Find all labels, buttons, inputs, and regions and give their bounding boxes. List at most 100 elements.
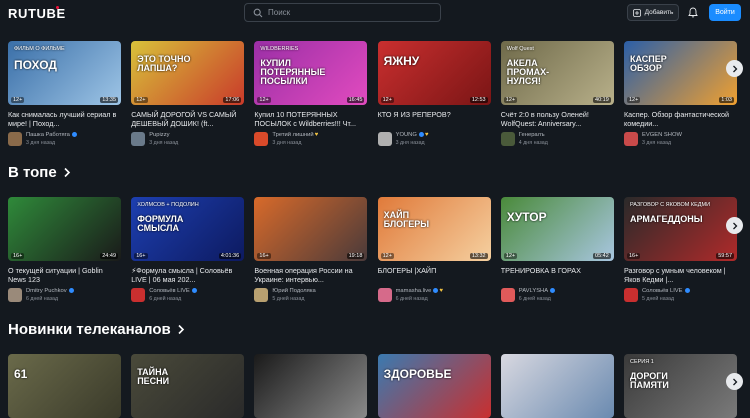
channel-name[interactable]: EVGEN SHOW (642, 132, 682, 138)
video-thumbnail[interactable]: 16+ 19:18 (254, 197, 368, 261)
add-video-button[interactable]: Добавить (627, 4, 679, 21)
video-thumbnail[interactable]: ЯЖНУ 12+ 12:53 (377, 41, 491, 105)
duration-badge: 05:42 (593, 253, 611, 259)
channel-name[interactable]: Генералъ (519, 132, 545, 138)
video-title[interactable]: Как снималась лучший сериал в мире! | По… (8, 110, 121, 128)
channel-name[interactable]: Третий лишний♥ (272, 132, 318, 138)
video-card[interactable]: ХУТОР 12+ 05:42 ТРЕНИРОВКА В ГОРАХ PAVLYSHA 6… (500, 197, 614, 302)
section-title-tv[interactable]: Новинки телеканалов (8, 321, 185, 338)
channel-avatar[interactable] (8, 288, 22, 302)
video-card[interactable] (500, 354, 614, 418)
channel-meta: Pupizzy 3 дня назад (131, 132, 244, 146)
bell-icon[interactable] (688, 7, 698, 18)
video-thumbnail[interactable]: КАСПЕР ОБЗОР 12+ 1:03 (624, 41, 737, 105)
video-card[interactable]: ЭТО ТОЧНО ЛАПША? 12+ 17:06 САМЫЙ ДОРОГОЙ VS… (131, 41, 245, 146)
upload-date: 3 дня назад (642, 140, 672, 146)
video-title[interactable]: Военная операция России на Украине: инте… (254, 266, 367, 284)
channel-avatar[interactable] (254, 288, 269, 302)
video-title[interactable]: ТРЕНИРОВКА В ГОРАХ (501, 266, 614, 284)
channel-name-text: Генералъ (518, 132, 545, 138)
channel-name[interactable]: Соловьёв LIVE (149, 288, 197, 294)
video-card[interactable]: ЯЖНУ 12+ 12:53 КТО Я ИЗ РЕПЕРОВ? YOUNG ♥ 3 дня… (377, 41, 491, 146)
row-next-button[interactable] (726, 373, 743, 390)
thumbnail-headline: ХУТОР (506, 210, 547, 224)
search-input[interactable] (268, 8, 428, 17)
video-thumbnail[interactable]: ХОЛМСОВ + ПОДОЛИН ФОРМУЛА СМЫСЛА 16+ 4:01:3… (131, 197, 245, 261)
video-title[interactable]: САМЫЙ ДОРОГОЙ VS САМЫЙ ДЕШЕВЫЙ ДОШИК! (f… (131, 110, 244, 128)
video-thumbnail[interactable] (500, 354, 614, 418)
channel-name[interactable]: Dmitry Puchkov (26, 288, 74, 294)
video-card[interactable]: ФИЛЬМ О ФИЛЬМЕ ПОХОД 12+ 13:35 Как снималась… (8, 41, 121, 146)
thumbnail-image (377, 354, 491, 418)
video-card[interactable]: 16+ 19:18 Военная операция России на Украи… (254, 197, 368, 302)
section-title-top[interactable]: В топе (8, 164, 71, 181)
channel-name[interactable]: Соловьёв LIVE (642, 288, 690, 294)
thumbnail-image (8, 197, 121, 261)
video-card[interactable]: ХОЛМСОВ + ПОДОЛИН ФОРМУЛА СМЫСЛА 16+ 4:01:3… (131, 197, 245, 302)
thumbnail-image (377, 197, 491, 261)
video-card[interactable]: Wolf Quest АКЕЛА ПРОМАХ- НУЛСЯ! 12+ 40:19 Сч… (500, 41, 614, 146)
channel-avatar[interactable] (377, 288, 392, 302)
channel-name[interactable]: Пашка Работяга (26, 132, 77, 138)
video-title[interactable]: КТО Я ИЗ РЕПЕРОВ? (378, 110, 491, 128)
thumbnail-headline: АКЕЛА ПРОМАХ- НУЛСЯ! (506, 58, 550, 86)
thumbnail-headline: ЗДОРОВЬЕ (383, 367, 452, 381)
channel-avatar[interactable] (131, 288, 146, 302)
channel-avatar[interactable] (8, 132, 22, 146)
video-card[interactable]: РАЗГОВОР С ЯКОВОМ КЕДМИ АРМАГЕДДОНЫ 16+ 59:… (624, 197, 737, 302)
video-thumbnail[interactable]: ХАЙП БЛОГЕРЫ 12+ 13:32 (377, 197, 491, 261)
age-rating-badge: 16+ (627, 253, 641, 259)
channel-name[interactable]: YOUNG ♥ (396, 132, 428, 138)
thumbnail-headline: КАСПЕР ОБЗОР (630, 54, 667, 73)
channel-name[interactable]: Pupizzy (149, 132, 169, 138)
video-title[interactable]: Разговор с умным человеком | Яков Кедми … (624, 266, 737, 284)
video-title[interactable]: БЛОГЕРЫ |ХАЙП (378, 266, 491, 284)
video-title[interactable]: Каспер. Обзор фантастической комедии... (624, 110, 737, 128)
channel-meta: EVGEN SHOW 3 дня назад (624, 132, 737, 146)
channel-avatar[interactable] (624, 132, 638, 146)
channel-name[interactable]: mamasha.live ♥ (396, 288, 443, 294)
video-card[interactable]: 61 (8, 354, 121, 418)
login-button[interactable]: Войти (709, 4, 741, 21)
video-card[interactable] (254, 354, 368, 418)
video-title[interactable]: Счёт 2:0 в пользу Оленей! WolfQuest: Ann… (501, 110, 614, 128)
video-thumbnail[interactable]: ЭТО ТОЧНО ЛАПША? 12+ 17:06 (131, 41, 245, 105)
video-thumbnail[interactable]: РАЗГОВОР С ЯКОВОМ КЕДМИ АРМАГЕДДОНЫ 16+ 59:… (624, 197, 737, 261)
video-thumbnail[interactable]: 16+ 24:49 (8, 197, 121, 261)
video-thumbnail[interactable]: Wolf Quest АКЕЛА ПРОМАХ- НУЛСЯ! 12+ 40:19 (500, 41, 614, 105)
video-thumbnail[interactable]: WILDBERRIES КУПИЛ ПОТЕРЯННЫЕ ПОСЫЛКИ 12+ 16… (254, 41, 368, 105)
row-next-button[interactable] (726, 217, 743, 234)
channel-avatar[interactable] (500, 288, 515, 302)
video-card[interactable]: ТАЙНА ПЕСНИ (131, 354, 245, 418)
channel-avatar[interactable] (500, 132, 515, 146)
channel-avatar[interactable] (131, 132, 146, 146)
video-card[interactable]: WILDBERRIES КУПИЛ ПОТЕРЯННЫЕ ПОСЫЛКИ 12+ 16… (254, 41, 368, 146)
duration-badge: 19:18 (346, 253, 365, 259)
video-title[interactable]: Купил 10 ПОТЕРЯННЫХ ПОСЫЛОК с Wildberrie… (254, 110, 367, 128)
video-thumbnail[interactable] (254, 354, 368, 418)
video-card[interactable]: ЗДОРОВЬЕ (377, 354, 491, 418)
row-next-button[interactable] (726, 60, 743, 77)
video-thumbnail[interactable]: ТАЙНА ПЕСНИ (131, 354, 245, 418)
channel-avatar[interactable] (377, 132, 392, 146)
channel-name-text: Pupizzy (149, 132, 170, 138)
video-card[interactable]: ХАЙП БЛОГЕРЫ 12+ 13:32 БЛОГЕРЫ |ХАЙП mamasha… (377, 197, 491, 302)
video-card[interactable]: СЕРИЯ 1 ДОРОГИ ПАМЯТИ (624, 354, 737, 418)
video-card[interactable]: 16+ 24:49 О текущей ситуации | Goblin News… (8, 197, 121, 302)
video-thumbnail[interactable]: СЕРИЯ 1 ДОРОГИ ПАМЯТИ (624, 354, 737, 418)
video-title[interactable]: ⚡Формула смысла | Соловьёв LIVE | 06 мая… (131, 266, 244, 284)
channel-name[interactable]: PAVLYSHA (519, 288, 556, 294)
thumbnail-headline: ТАЙНА ПЕСНИ (137, 367, 170, 386)
video-card[interactable]: КАСПЕР ОБЗОР 12+ 1:03 Каспер. Обзор фантаст… (624, 41, 737, 146)
channel-avatar[interactable] (624, 288, 638, 302)
channel-avatar[interactable] (254, 132, 269, 146)
video-thumbnail[interactable]: ЗДОРОВЬЕ (377, 354, 491, 418)
video-thumbnail[interactable]: ХУТОР 12+ 05:42 (500, 197, 614, 261)
video-thumbnail[interactable]: 61 (8, 354, 121, 418)
channel-name[interactable]: Юрий Подоляка (272, 288, 315, 294)
search-box[interactable] (244, 3, 441, 22)
duration-badge: 1:03 (719, 97, 734, 103)
video-thumbnail[interactable]: ФИЛЬМ О ФИЛЬМЕ ПОХОД 12+ 13:35 (8, 41, 121, 105)
video-title[interactable]: О текущей ситуации | Goblin News 123 (8, 266, 121, 284)
thumbnail-caption: Wolf Quest (506, 46, 534, 52)
